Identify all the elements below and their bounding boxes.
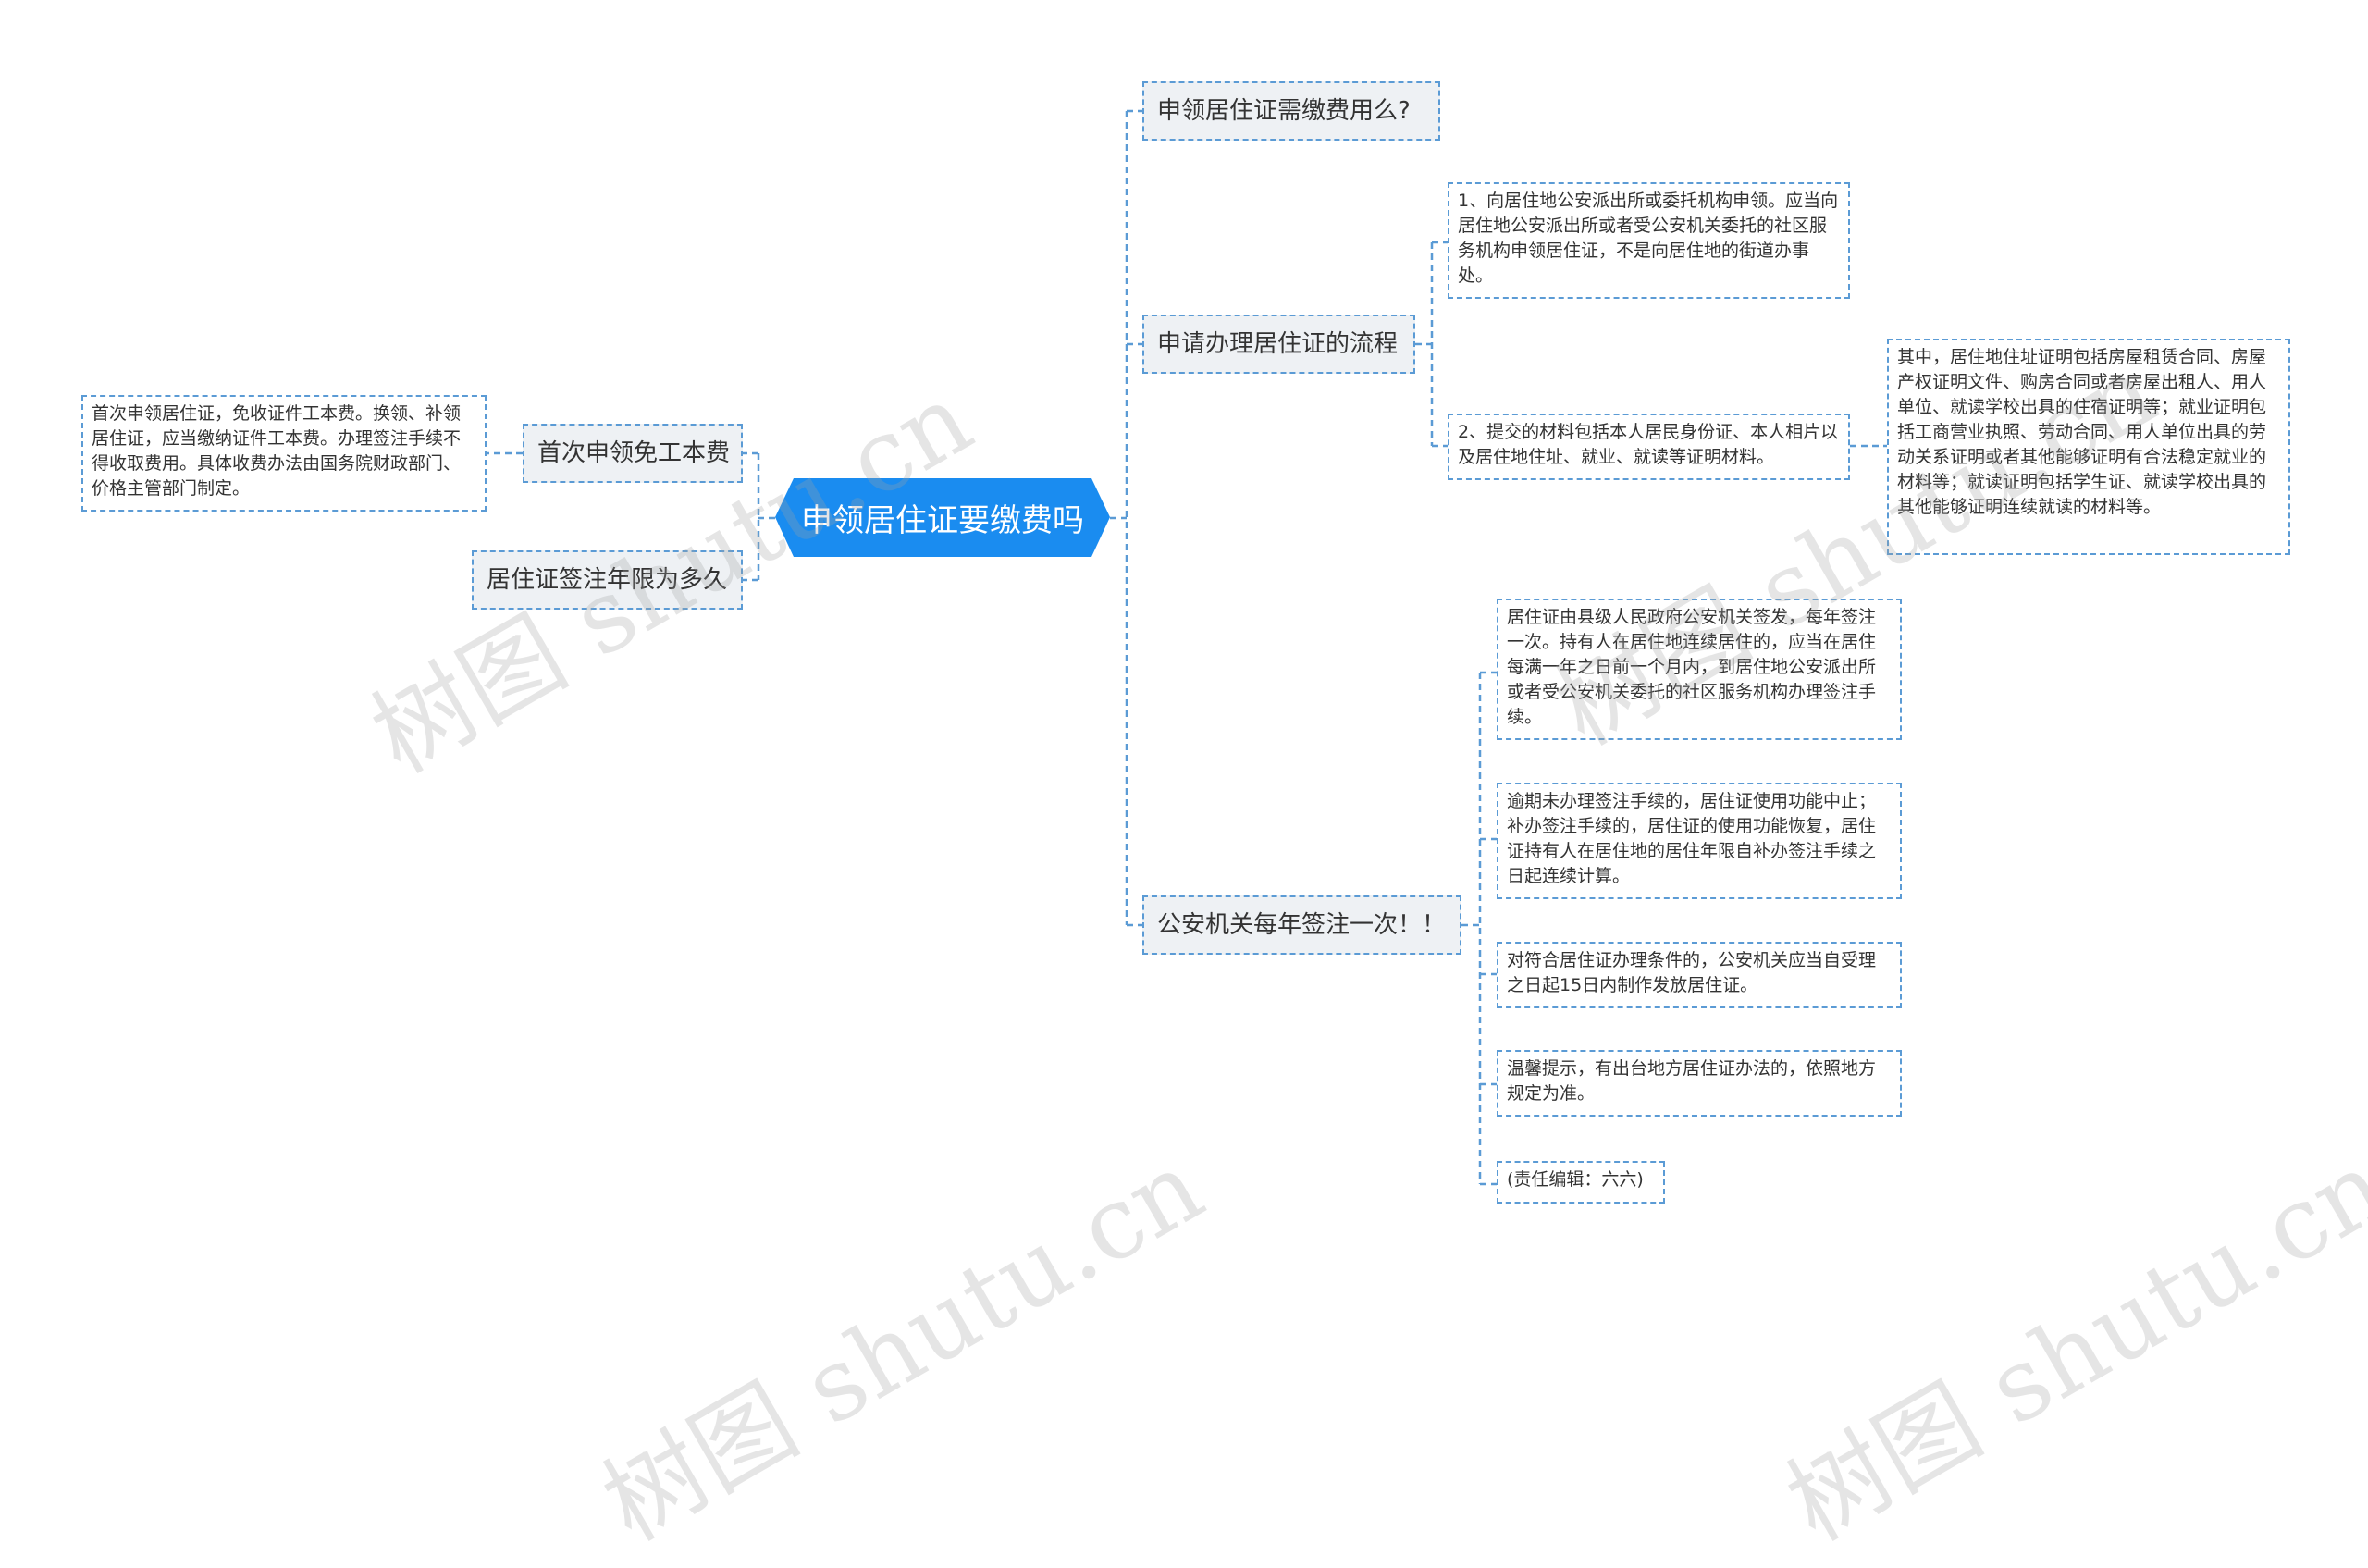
branch-annual[interactable]: 公安机关每年签注一次！！ xyxy=(1142,895,1462,955)
root-topic-label: 申领居住证要缴费吗 xyxy=(801,502,1084,539)
branch-term[interactable]: 居住证签注年限为多久 xyxy=(472,550,743,610)
leaf-annual-item-5[interactable]: (责任编辑：六六) xyxy=(1497,1161,1665,1204)
leaf-process-step2[interactable]: 2、提交的材料包括本人居民身份证、本人相片以及居住地住址、就业、就读等证明材料。 xyxy=(1448,414,1850,480)
leaf-process-step2-detail[interactable]: 其中，居住地住址证明包括房屋租赁合同、房屋产权证明文件、购房合同或者房屋出租人、… xyxy=(1887,339,2290,555)
leaf-annual-item-1-text: 居住证由县级人民政府公安机关签发，每年签注一次。持有人在居住地连续居住的，应当在… xyxy=(1507,607,1877,727)
leaf-annual-item-4[interactable]: 温馨提示，有出台地方居住证办法的，依照地方规定为准。 xyxy=(1497,1050,1902,1117)
leaf-annual-item-3-text: 对符合居住证办理条件的，公安机关应当自受理之日起15日内制作发放居住证。 xyxy=(1507,950,1877,995)
leaf-annual-item-4-text: 温馨提示，有出台地方居住证办法的，依照地方规定为准。 xyxy=(1507,1058,1877,1104)
mind-map-canvas: 申领居住证要缴费吗 首次申领免工本费 首次申领居住证，免收证件工本费。换领、补领… xyxy=(0,0,2368,1563)
leaf-annual-item-1[interactable]: 居住证由县级人民政府公安机关签发，每年签注一次。持有人在居住地连续居住的，应当在… xyxy=(1497,599,1902,740)
connector-lines xyxy=(487,109,1887,1186)
branch-term-label: 居住证签注年限为多久 xyxy=(487,566,728,594)
leaf-process-step2-text: 2、提交的材料包括本人居民身份证、本人相片以及居住地住址、就业、就读等证明材料。 xyxy=(1458,422,1839,467)
leaf-annual-item-3[interactable]: 对符合居住证办理条件的，公安机关应当自受理之日起15日内制作发放居住证。 xyxy=(1497,942,1902,1008)
branch-q1-label: 申领居住证需缴费用么? xyxy=(1157,97,1411,125)
leaf-process-step1-text: 1、向居住地公安派出所或委托机构申领。应当向居住地公安派出所或者受公安机关委托的… xyxy=(1458,191,1839,286)
leaf-annual-item-5-text: (责任编辑：六六) xyxy=(1507,1169,1644,1190)
leaf-fee-detail[interactable]: 首次申领居住证，免收证件工本费。换领、补领居住证，应当缴纳证件工本费。办理签注手… xyxy=(81,395,487,512)
leaf-process-step2-detail-text: 其中，居住地住址证明包括房屋租赁合同、房屋产权证明文件、购房合同或者房屋出租人、… xyxy=(1897,347,2267,517)
root-topic[interactable]: 申领居住证要缴费吗 xyxy=(775,478,1110,557)
branch-annual-label: 公安机关每年签注一次！！ xyxy=(1157,911,1447,939)
leaf-annual-item-2-text: 逾期未办理签注手续的，居住证使用功能中止；补办签注手续的，居住证的使用功能恢复，… xyxy=(1507,791,1877,886)
branch-q1[interactable]: 申领居住证需缴费用么? xyxy=(1142,81,1440,141)
branch-process-label: 申请办理居住证的流程 xyxy=(1157,330,1399,358)
branch-fee[interactable]: 首次申领免工本费 xyxy=(523,424,743,483)
leaf-process-step1[interactable]: 1、向居住地公安派出所或委托机构申领。应当向居住地公安派出所或者受公安机关委托的… xyxy=(1448,182,1850,299)
leaf-fee-detail-text: 首次申领居住证，免收证件工本费。换领、补领居住证，应当缴纳证件工本费。办理签注手… xyxy=(92,403,462,499)
branch-fee-label: 首次申领免工本费 xyxy=(537,439,731,467)
leaf-annual-item-2[interactable]: 逾期未办理签注手续的，居住证使用功能中止；补办签注手续的，居住证的使用功能恢复，… xyxy=(1497,783,1902,899)
branch-process[interactable]: 申请办理居住证的流程 xyxy=(1142,315,1415,374)
